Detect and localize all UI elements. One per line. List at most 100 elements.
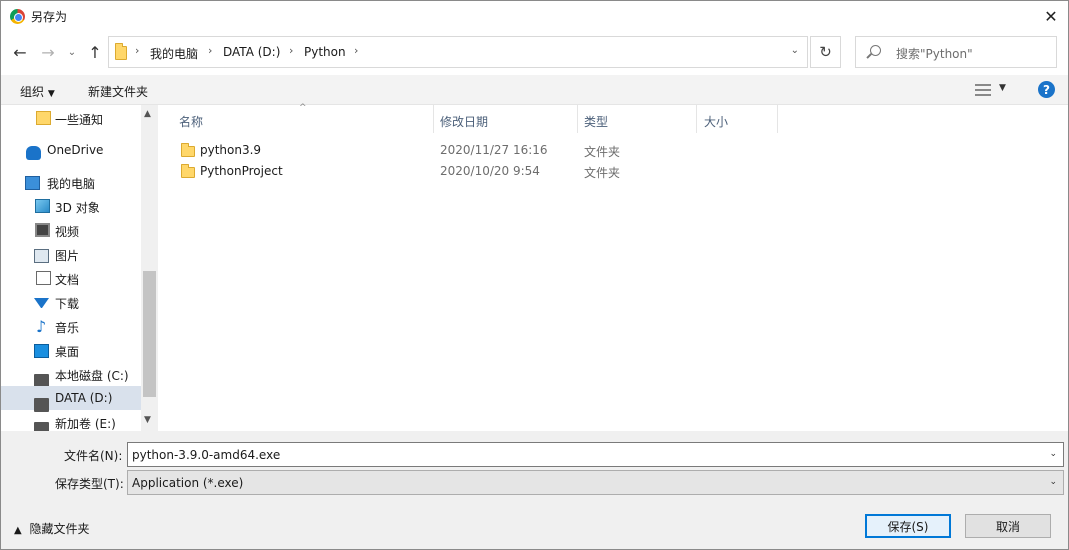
- hide-folders-button[interactable]: ▲ 隐藏文件夹: [14, 520, 90, 537]
- column-header-date[interactable]: 修改日期: [440, 113, 488, 130]
- nav-item-videos[interactable]: 视频: [1, 218, 141, 242]
- nav-item-label: 桌面: [55, 345, 80, 359]
- file-row-pythonproject[interactable]: PythonProject 2020/10/20 9:54 文件夹: [177, 161, 627, 181]
- navigation-pane: 一些通知 OneDrive 我的电脑 3D 对象 视频 图片 文档 下载 ♪ 音…: [1, 105, 159, 431]
- chrome-icon: [10, 9, 25, 24]
- filetype-select[interactable]: Application (*.exe) ⌄: [127, 470, 1064, 495]
- organize-button[interactable]: 组织 ▼: [20, 83, 55, 100]
- chevron-down-icon: ⌄: [1049, 477, 1057, 487]
- nav-scrollbar[interactable]: ▲ ▼: [141, 105, 158, 431]
- filename-label: 文件名(N):: [64, 449, 123, 463]
- chevron-down-icon[interactable]: ⌄: [1049, 449, 1057, 459]
- up-button[interactable]: ↑: [86, 42, 104, 62]
- nav-item-label: 本地磁盘 (C:): [55, 369, 129, 383]
- hide-folders-label: 隐藏文件夹: [29, 522, 90, 536]
- caret-down-icon[interactable]: ▼: [999, 83, 1006, 93]
- nav-item-label: 音乐: [55, 321, 80, 335]
- scrollbar-thumb[interactable]: [143, 271, 156, 397]
- folder-icon: [181, 143, 195, 157]
- breadcrumb-data-drive[interactable]: DATA (D:): [223, 45, 280, 59]
- nav-item-drive-e[interactable]: 新加卷 (E:): [1, 410, 141, 431]
- arrow-up-icon: ↑: [88, 42, 102, 62]
- title-bar: 另存为 ✕: [1, 1, 1068, 32]
- nav-item-label: 图片: [55, 249, 80, 263]
- nav-item-label: 文档: [55, 273, 80, 287]
- caret-down-icon: ▼: [47, 89, 55, 99]
- scroll-up-icon[interactable]: ▲: [144, 109, 151, 119]
- file-name: PythonProject: [200, 164, 283, 178]
- command-bar: 组织 ▼ 新建文件夹 ▼ ?: [1, 75, 1068, 105]
- view-options-icon[interactable]: [975, 84, 991, 96]
- nav-item-3d-objects[interactable]: 3D 对象: [1, 194, 141, 218]
- cancel-button[interactable]: 取消: [965, 514, 1051, 538]
- file-name: python3.9: [200, 143, 262, 157]
- chevron-right-icon: ›: [354, 44, 359, 57]
- download-icon: [34, 298, 49, 312]
- refresh-icon: ↻: [819, 43, 832, 61]
- refresh-button[interactable]: ↻: [810, 36, 841, 68]
- chevron-down-icon: ⌄: [67, 46, 77, 58]
- chevron-right-icon: ›: [289, 44, 294, 57]
- video-icon: [35, 223, 50, 237]
- 3d-objects-icon: [35, 199, 50, 213]
- filetype-value: Application (*.exe): [132, 476, 244, 490]
- filename-value: python-3.9.0-amd64.exe: [132, 448, 281, 462]
- nav-item-drive-d[interactable]: DATA (D:): [1, 386, 141, 412]
- nav-item-drive-c[interactable]: 本地磁盘 (C:): [1, 362, 141, 388]
- new-folder-button[interactable]: 新建文件夹: [88, 83, 148, 100]
- desktop-icon: [34, 344, 49, 358]
- breadcrumb-python[interactable]: Python: [304, 45, 346, 59]
- column-header-name[interactable]: 名称: [179, 113, 203, 130]
- filename-input[interactable]: python-3.9.0-amd64.exe ⌄: [127, 442, 1064, 467]
- close-icon: ✕: [1044, 7, 1058, 26]
- chevron-right-icon: ›: [208, 44, 213, 57]
- computer-icon: [25, 176, 40, 190]
- nav-item-music[interactable]: ♪ 音乐: [1, 314, 141, 338]
- column-divider[interactable]: [777, 105, 778, 133]
- column-header-type[interactable]: 类型: [584, 113, 608, 130]
- nav-item-pictures[interactable]: 图片: [1, 242, 141, 266]
- cloud-icon: [26, 146, 41, 160]
- file-row-python39[interactable]: python3.9 2020/11/27 16:16 文件夹: [177, 140, 627, 160]
- recent-locations-button[interactable]: ⌄: [63, 42, 81, 62]
- nav-item-label: 我的电脑: [47, 177, 96, 191]
- address-row: ← → ⌄ ↑ › 我的电脑 › DATA (D:) › Python › ⌄ …: [1, 32, 1068, 72]
- filetype-label: 保存类型(T):: [55, 477, 124, 491]
- nav-item-downloads[interactable]: 下载: [1, 290, 141, 314]
- address-dropdown-icon[interactable]: ⌄: [791, 45, 799, 56]
- nav-item-label: 一些通知: [55, 113, 104, 127]
- nav-item-my-computer[interactable]: 我的电脑: [1, 170, 141, 194]
- save-button[interactable]: 保存(S): [865, 514, 951, 538]
- nav-item-documents[interactable]: 文档: [1, 266, 141, 290]
- column-divider[interactable]: [696, 105, 697, 133]
- column-divider[interactable]: [433, 105, 434, 133]
- search-placeholder: 搜索"Python": [896, 47, 973, 61]
- save-as-dialog: 另存为 ✕ ← → ⌄ ↑ › 我的电脑 › DATA (D:) › Pytho…: [0, 0, 1069, 550]
- documents-icon: [36, 271, 51, 285]
- arrow-left-icon: ←: [13, 42, 27, 62]
- forward-button[interactable]: →: [39, 42, 57, 62]
- pictures-icon: [34, 249, 49, 263]
- dialog-title: 另存为: [31, 10, 68, 24]
- nav-item-label: 下载: [55, 297, 80, 311]
- chevron-right-icon: ›: [135, 44, 140, 57]
- drive-icon: [34, 422, 49, 431]
- nav-item-notices[interactable]: 一些通知: [1, 106, 141, 130]
- close-button[interactable]: ✕: [1034, 1, 1068, 32]
- nav-item-desktop[interactable]: 桌面: [1, 338, 141, 362]
- back-button[interactable]: ←: [11, 42, 29, 62]
- search-icon: [870, 45, 881, 56]
- search-input[interactable]: 搜索"Python": [855, 36, 1057, 68]
- column-header-size[interactable]: 大小: [704, 113, 728, 130]
- file-type: 文件夹: [584, 145, 621, 159]
- file-date: 2020/10/20 9:54: [440, 164, 540, 178]
- nav-item-onedrive[interactable]: OneDrive: [1, 138, 141, 162]
- address-bar[interactable]: › 我的电脑 › DATA (D:) › Python › ⌄: [108, 36, 808, 68]
- sort-ascending-icon: ^: [299, 103, 307, 113]
- music-icon: ♪: [36, 317, 47, 336]
- help-icon[interactable]: ?: [1038, 81, 1055, 98]
- scroll-down-icon[interactable]: ▼: [144, 415, 151, 425]
- breadcrumb-my-computer[interactable]: 我的电脑: [150, 45, 198, 62]
- file-list: ^ 名称 修改日期 类型 大小 python3.9 2020/11/27 16:…: [159, 103, 1068, 431]
- column-divider[interactable]: [577, 105, 578, 133]
